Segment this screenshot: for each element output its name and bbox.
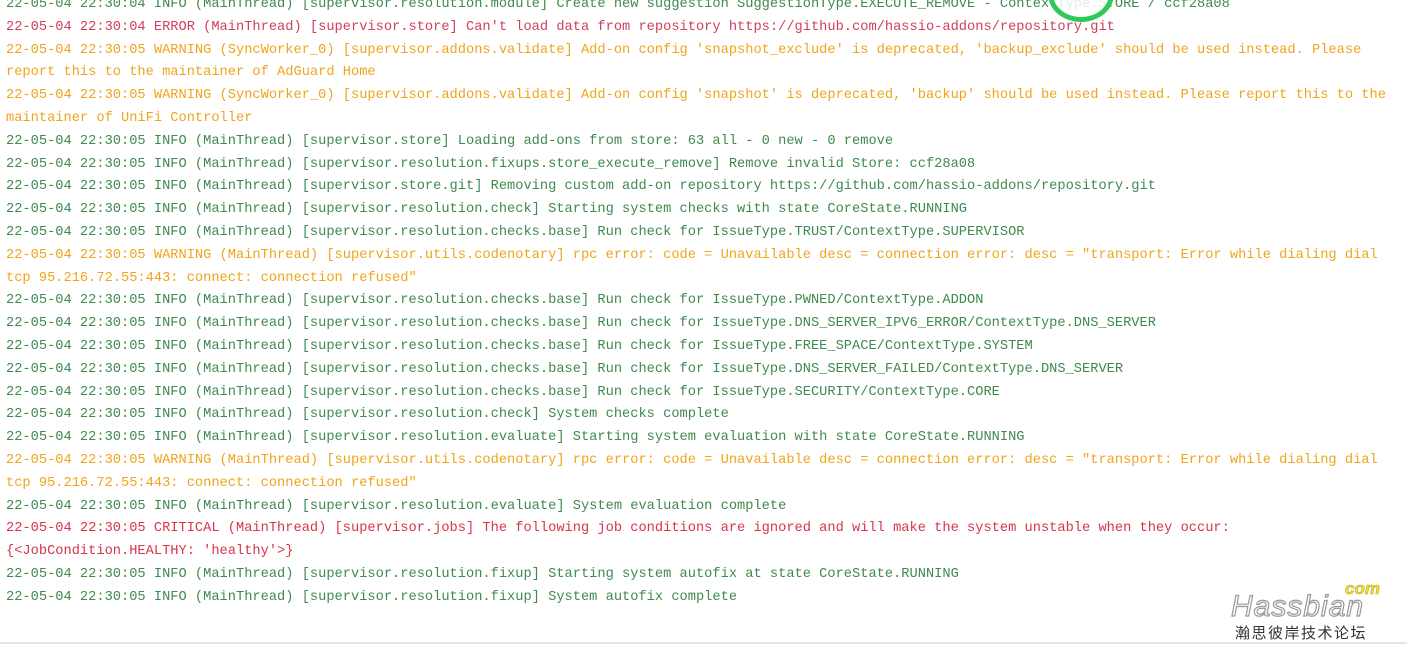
log-output: 22-05-04 22:30:04 INFO (MainThread) [sup…	[6, 0, 1398, 610]
log-line-info: 22-05-04 22:30:05 INFO (MainThread) [sup…	[6, 498, 787, 514]
log-line-error: 22-05-04 22:30:04 ERROR (MainThread) [su…	[6, 19, 1115, 35]
log-line-critical: 22-05-04 22:30:05 CRITICAL (MainThread) …	[6, 521, 1239, 560]
log-line-info: 22-05-04 22:30:05 INFO (MainThread) [sup…	[6, 133, 894, 149]
log-line-info: 22-05-04 22:30:05 INFO (MainThread) [sup…	[6, 589, 738, 605]
log-line-info: 22-05-04 22:30:05 INFO (MainThread) [sup…	[6, 293, 984, 309]
log-line-info: 22-05-04 22:30:05 INFO (MainThread) [sup…	[6, 566, 959, 582]
log-line-warning: 22-05-04 22:30:05 WARNING (MainThread) […	[6, 247, 1386, 286]
log-line-info: 22-05-04 22:30:05 INFO (MainThread) [sup…	[6, 316, 1156, 332]
log-line-info: 22-05-04 22:30:05 INFO (MainThread) [sup…	[6, 156, 976, 172]
log-line-warning: 22-05-04 22:30:05 WARNING (MainThread) […	[6, 452, 1386, 491]
log-line-info: 22-05-04 22:30:05 INFO (MainThread) [sup…	[6, 202, 968, 218]
log-line-warning: 22-05-04 22:30:05 WARNING (SyncWorker_0)…	[6, 42, 1370, 81]
log-line-info: 22-05-04 22:30:05 INFO (MainThread) [sup…	[6, 407, 729, 423]
log-line-info: 22-05-04 22:30:04 INFO (MainThread) [sup…	[6, 0, 1230, 12]
log-line-warning: 22-05-04 22:30:05 WARNING (SyncWorker_0)…	[6, 88, 1395, 126]
log-line-info: 22-05-04 22:30:05 INFO (MainThread) [sup…	[6, 384, 1000, 400]
log-line-info: 22-05-04 22:30:05 INFO (MainThread) [sup…	[6, 430, 1025, 446]
watermark-logo: com Hassbian 瀚思彼岸技术论坛	[1225, 578, 1405, 649]
log-line-info: 22-05-04 22:30:05 INFO (MainThread) [sup…	[6, 338, 1033, 354]
log-line-info: 22-05-04 22:30:05 INFO (MainThread) [sup…	[6, 224, 1025, 240]
log-line-info: 22-05-04 22:30:05 INFO (MainThread) [sup…	[6, 361, 1124, 377]
log-line-info: 22-05-04 22:30:05 INFO (MainThread) [sup…	[6, 179, 1156, 195]
divider	[0, 642, 1407, 644]
svg-text:瀚思彼岸技术论坛: 瀚思彼岸技术论坛	[1235, 624, 1367, 642]
svg-text:Hassbian: Hassbian	[1231, 590, 1364, 623]
